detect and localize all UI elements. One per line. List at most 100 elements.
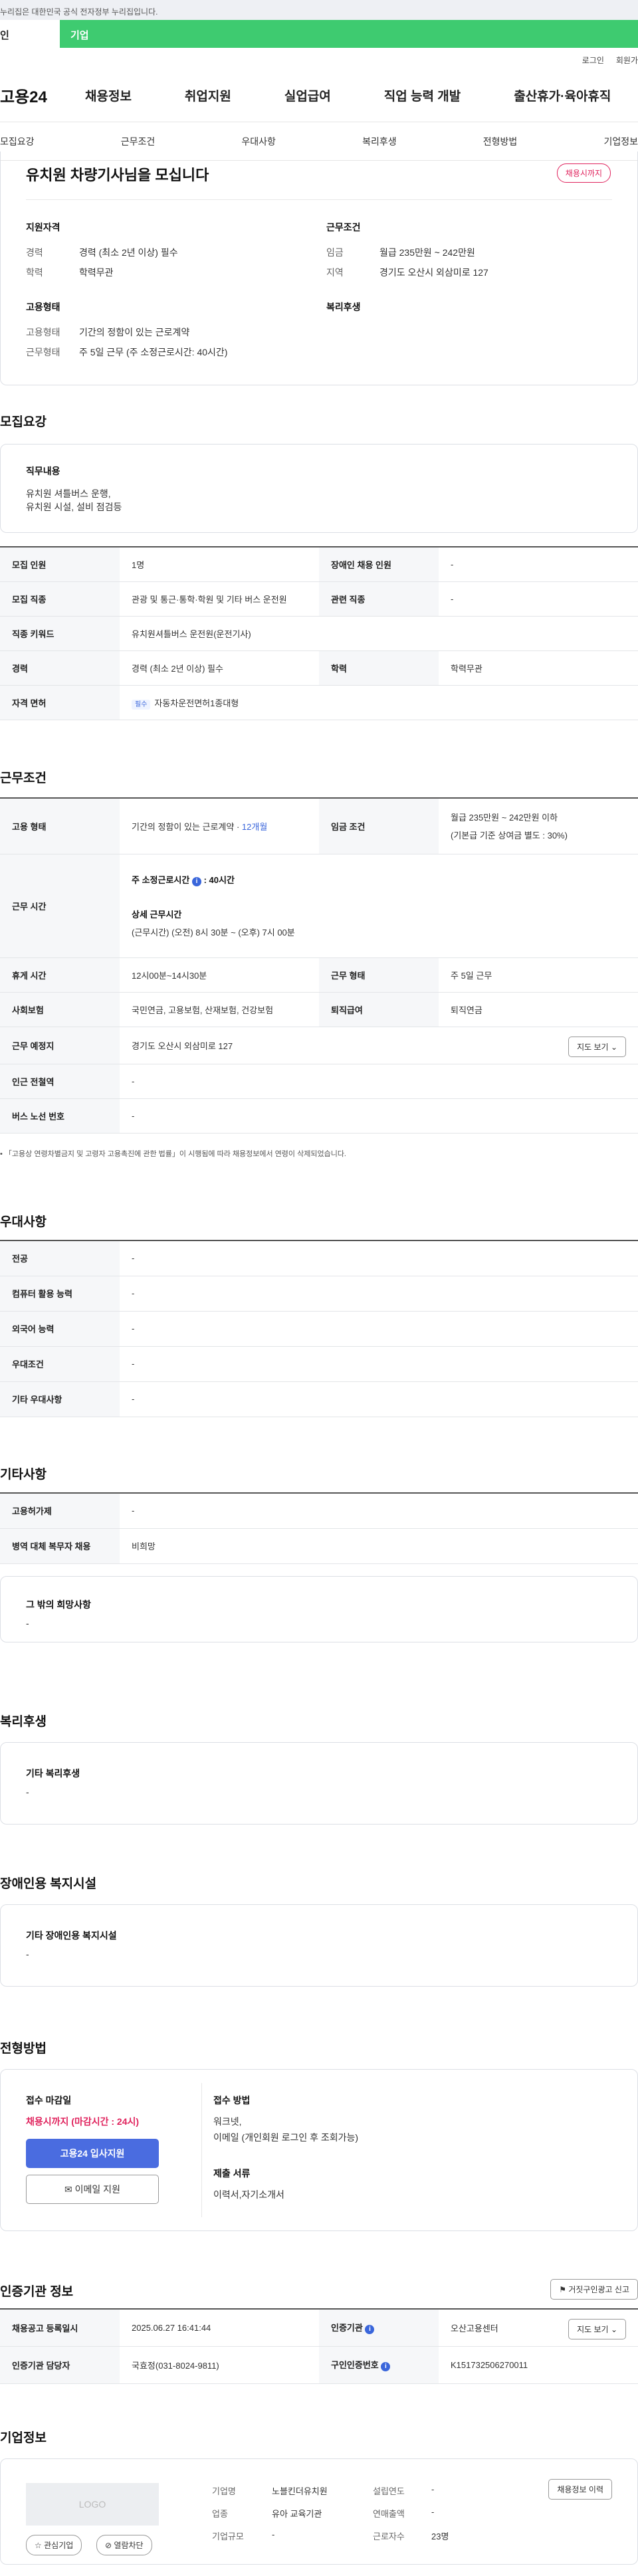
block-label: 열람차단	[114, 2541, 144, 2550]
military-header: 병역 대체 복무자 채용	[0, 1528, 120, 1564]
report-button[interactable]: ⚑ 거짓구인광고 신고	[550, 2279, 638, 2300]
subnav-recruit[interactable]: 모집요강	[0, 135, 35, 148]
gnb-item-benefit[interactable]: 실업급여	[284, 86, 331, 104]
apply-button[interactable]: 고용24 입사지원	[26, 2139, 159, 2168]
edu-cell: 학력무관	[439, 650, 638, 686]
company-card: LOGO ☆ 관심기업 ⊘ 열람차단 기업명 노블킨더유치원 설립연도 - 업종…	[0, 2458, 638, 2565]
emptype-value: 기간의 정함이 있는 근로계약	[79, 327, 190, 338]
break-header: 휴게 시간	[0, 957, 120, 993]
table-row: 근무 예정지 경기도 오산시 외삼미로 127 지도 보기 ⌄	[0, 1027, 638, 1064]
place-cell: 경기도 오산시 외삼미로 127 지도 보기 ⌄	[120, 1027, 638, 1064]
keyword-value: 유치원셔틀버스 운전원(운전기사)	[120, 616, 638, 651]
subnav-welfare[interactable]: 복리후생	[362, 135, 397, 148]
company-scale-label: 기업규모	[212, 2531, 244, 2541]
subnav-conditions[interactable]: 근무조건	[121, 135, 156, 148]
gnb-menu: 채용정보 취업지원 실업급여 직업 능력 개발 출산휴가·육아휴직	[85, 86, 611, 104]
tab-company[interactable]: 기업	[60, 20, 638, 48]
table-row: 자격 면허 필수 자동차운전면허1종대형	[0, 685, 638, 720]
gov-notice-bar: 누리집은 대한민국 공식 전자정부 누리집입니다.	[0, 0, 638, 20]
table-row: 고용 형태 기간의 정함이 있는 근로계약 · 12개월 임금 조건 월급 23…	[0, 798, 638, 854]
email-apply-button[interactable]: ✉ 이메일 지원	[26, 2175, 159, 2204]
company-biz-value: 유아 교육기관	[272, 2509, 322, 2519]
conditions-title: 근무조건	[0, 771, 47, 785]
emp-heading: 고용형태	[26, 302, 60, 312]
military-value: 비희망	[120, 1528, 638, 1564]
subway-value: -	[120, 1064, 638, 1099]
signup-link[interactable]: 회원가	[616, 54, 638, 69]
gnb-item-jobs[interactable]: 채용정보	[85, 86, 132, 104]
welfare-etc-heading: 기타 복리후생	[26, 1768, 80, 1779]
gnb-item-support[interactable]: 취업지원	[185, 86, 231, 104]
edu-header: 학력	[319, 650, 439, 686]
cert-title: 인증기관 정보	[0, 2285, 74, 2299]
org-map-label: 지도 보기	[577, 2325, 609, 2334]
org-header: 인증기관 i	[319, 2309, 439, 2347]
insurance-value: 국민연금, 고용보험, 산재보험, 건강보험	[120, 992, 319, 1027]
certnum-header: 구인인증번호 i	[319, 2346, 439, 2384]
prefer-title: 우대사항	[0, 1215, 47, 1229]
top-tabs: 인 기업	[0, 20, 638, 48]
subnav-selection[interactable]: 전형방법	[483, 135, 518, 148]
gnb-item-training[interactable]: 직업 능력 개발	[384, 86, 461, 104]
info-icon[interactable]: i	[381, 2362, 391, 2371]
block-icon: ⊘	[105, 2541, 112, 2550]
org-map-button[interactable]: 지도 보기 ⌄	[568, 2319, 626, 2339]
deadline-value: 채용시까지 (마감시간 : 24시)	[26, 2116, 140, 2127]
tab-personal[interactable]: 인	[0, 20, 60, 48]
company-sales-value: -	[431, 2507, 435, 2517]
time-detail-value: (근무시간) (오전) 8시 30분 ~ (오후) 7시 00분	[132, 928, 295, 938]
company-year-value: -	[431, 2484, 435, 2494]
duty-card: 직무내용 유치원 셔틀버스 운행, 유치원 시설, 설비 점검등	[0, 444, 638, 533]
count-value: 1명	[120, 547, 319, 582]
table-row: 모집 인원 1명 장애인 채용 인원 -	[0, 547, 638, 582]
edu-label: 학력	[26, 267, 43, 278]
company-name-label: 기업명	[212, 2486, 236, 2496]
prefer-condition-value: -	[120, 1346, 638, 1382]
table-row: 인근 전철역 -	[0, 1064, 638, 1099]
table-row: 버스 노선 번호 -	[0, 1098, 638, 1134]
workform-value: 주 5일 근무 (주 소정근로시간: 40시간)	[79, 347, 228, 357]
prefer-computer-header: 컴퓨터 활용 능력	[0, 1276, 120, 1312]
subnav-prefer[interactable]: 우대사항	[241, 135, 276, 148]
divider	[26, 199, 612, 200]
chevron-down-icon: ⌄	[610, 1042, 617, 1052]
company-sales-label: 연매출액	[373, 2509, 405, 2519]
career-cell: 경력 (최소 2년 이상) 필수	[120, 650, 319, 686]
company-year-label: 설립연도	[373, 2486, 405, 2496]
favorite-button[interactable]: ☆ 관심기업	[26, 2535, 82, 2555]
history-button[interactable]: 채용정보 이력	[548, 2479, 612, 2500]
site-logo[interactable]: 고용24	[0, 84, 85, 107]
time-cell: 주 소정근로시간 i : 40시간 상세 근무시간 (근무시간) (오전) 8시…	[120, 854, 638, 958]
manager-value: 국효정(031-8024-9811)	[120, 2346, 319, 2384]
block-button[interactable]: ⊘ 열람차단	[96, 2535, 152, 2555]
org-value: 오산고용센터	[451, 2323, 498, 2333]
login-link[interactable]: 로그인	[582, 54, 604, 69]
edu-value: 학력무관	[79, 267, 114, 278]
disabled-title: 장애인용 복지시설	[0, 1877, 97, 1891]
favorite-label: 관심기업	[44, 2541, 74, 2550]
wage-cell: 월급 235만원 ~ 242만원 이하 (기본급 기준 상여금 별도 : 30%)	[439, 798, 638, 854]
gnb-item-leave[interactable]: 출산휴가·육아휴직	[514, 86, 611, 104]
etc-title: 기타사항	[0, 1468, 47, 1482]
job-value: 관광 및 통근·통학·학원 및 기타 버스 운전원	[120, 581, 319, 617]
info-icon[interactable]: i	[365, 2325, 375, 2335]
deadline-heading: 접수 마감일	[26, 2095, 72, 2106]
map-button[interactable]: 지도 보기 ⌄	[568, 1036, 626, 1057]
company-staff-value: 23명	[431, 2531, 449, 2541]
company-name-value[interactable]: 노블킨더유치원	[272, 2484, 328, 2497]
reg-header: 채용공고 등록일시	[0, 2309, 120, 2347]
wage-label: 임금	[326, 247, 344, 258]
welfare-title: 복리후생	[0, 1715, 47, 1729]
duty-heading: 직무내용	[26, 466, 60, 476]
bus-header: 버스 노선 번호	[0, 1098, 120, 1134]
prefer-language-value: -	[120, 1311, 638, 1347]
summary-card: 유치원 차량기사님을 모십니다 채용시까지 지원자격 경력 경력 (최소 2년 …	[0, 151, 638, 385]
license-cell: 필수 자동차운전면허1종대형	[120, 685, 638, 720]
table-row: 고용허가제 -	[0, 1493, 638, 1529]
util-links: 로그인 회원가	[0, 48, 638, 69]
table-row: 모집 직종 관광 및 통근·통학·학원 및 기타 버스 운전원 관련 직종 -	[0, 581, 638, 617]
info-icon[interactable]: i	[191, 877, 201, 886]
mail-icon: ✉	[64, 2184, 72, 2195]
table-row: 전공 -	[0, 1240, 638, 1276]
subnav-company[interactable]: 기업정보	[603, 135, 638, 148]
